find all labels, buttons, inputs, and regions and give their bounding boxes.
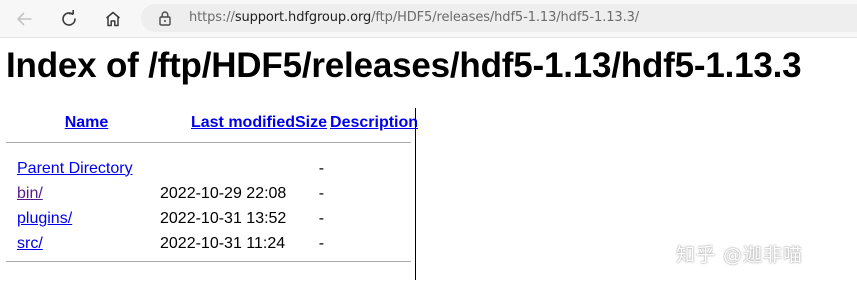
arrow-left-icon [17,12,32,26]
entry-description [327,156,424,181]
url-path: /ftp/HDF5/releases/hdf5-1.13/hdf5-1.13.3… [371,10,640,25]
address-bar[interactable]: https://support.hdfgroup.org/ftp/HDF5/re… [141,4,857,32]
sort-by-name-link[interactable]: Name [65,114,109,131]
plugins-folder-link[interactable]: plugins/ [17,210,72,227]
table-row: plugins/ 2022-10-31 13:52 - [6,206,424,231]
description-header: Description [327,108,424,137]
browser-toolbar: https://support.hdfgroup.org/ftp/HDF5/re… [0,0,857,38]
page-title: Index of /ftp/HDF5/releases/hdf5-1.13/hd… [6,46,802,85]
entry-description [327,231,424,256]
home-icon [106,11,120,27]
vertical-divider [415,108,416,280]
divider [6,261,411,262]
url-host: support.hdfgroup.org [234,10,372,25]
entry-size: - [318,184,325,202]
parent-directory-link[interactable]: Parent Directory [17,160,133,177]
table-row: bin/ 2022-10-29 22:08 - [6,181,424,206]
bin-folder-link[interactable]: bin/ [17,185,43,202]
name-header: Name [17,108,156,137]
sort-by-description-link[interactable]: Description [330,114,418,131]
entry-size: - [318,159,325,177]
back-button[interactable] [12,7,36,31]
entry-modified: 2022-10-29 22:08 [160,184,287,202]
last-modified-header: Last modified [156,108,295,137]
src-folder-link[interactable]: src/ [17,235,43,252]
home-button[interactable] [101,7,125,31]
icon-column-header [6,108,17,137]
directory-listing: Name Last modified Size Description Pare… [6,108,424,262]
entry-description [327,206,424,231]
footer-separator-row [6,256,424,262]
sort-by-modified-link[interactable]: Last modified [191,114,295,131]
spacer-row [6,143,424,156]
url-prefix: https:// [189,10,235,25]
zhihu-watermark: 知乎 @迦非喵 [676,244,804,266]
entry-size: - [318,234,325,252]
entry-name: bin/ [17,181,156,206]
header-row: Name Last modified Size Description [6,108,424,137]
reload-icon [62,10,76,26]
reload-button[interactable] [57,7,81,31]
entry-name: src/ [17,231,156,256]
entry-modified [156,156,295,181]
entry-modified: 2022-10-31 11:24 [160,234,286,252]
entry-size: - [318,209,325,227]
url-text[interactable]: https://support.hdfgroup.org/ftp/HDF5/re… [189,4,639,32]
table-row: Parent Directory - [6,156,424,181]
sort-by-size-link[interactable]: Size [295,114,327,131]
table-row: src/ 2022-10-31 11:24 - [6,231,424,256]
entry-modified: 2022-10-31 13:52 [160,209,287,227]
entry-description [327,181,424,206]
lock-icon[interactable] [158,10,172,26]
entry-name: plugins/ [17,206,156,231]
entry-name: Parent Directory [17,156,156,181]
size-header: Size [295,108,327,137]
